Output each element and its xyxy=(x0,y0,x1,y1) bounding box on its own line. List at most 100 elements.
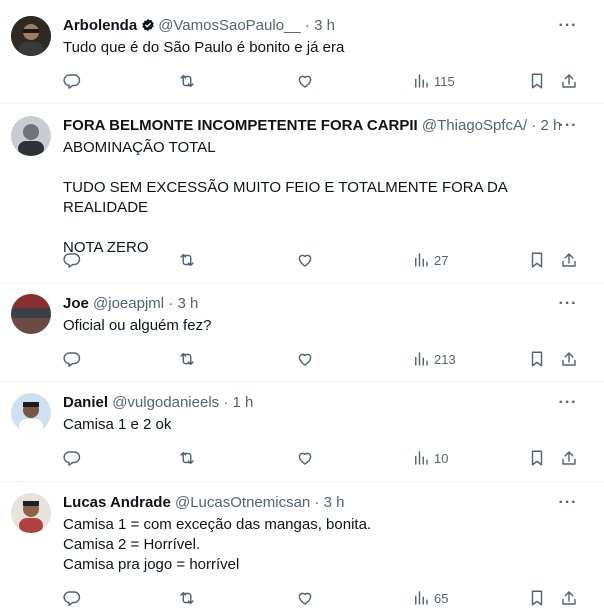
tweet[interactable]: FORA BELMONTE INCOMPETENTE FORA CARPII @… xyxy=(0,104,604,284)
more-icon[interactable]: ··· xyxy=(558,16,578,36)
tweet-text: Camisa 1 = com exceção das mangas, bonit… xyxy=(63,516,372,573)
retweet-icon xyxy=(180,254,194,266)
display-name[interactable]: Daniel xyxy=(63,394,108,411)
tweet-text: ABOMINAÇÃO TOTAL TUDO SEM EXCESSÃO MUITO… xyxy=(63,139,507,256)
retweet-button[interactable] xyxy=(178,588,196,608)
verified-badge-icon xyxy=(142,18,154,32)
heart-icon xyxy=(298,75,312,88)
separator: · xyxy=(531,117,537,134)
bookmark-icon xyxy=(531,450,543,466)
handle[interactable]: @vulgodanieels xyxy=(112,394,219,411)
timestamp[interactable]: 3 h xyxy=(177,295,198,312)
bookmark-button[interactable] xyxy=(528,71,546,91)
tweet[interactable]: Daniel @vulgodanieels · 1 h ··· Camisa 1… xyxy=(0,382,604,482)
avatar[interactable] xyxy=(11,116,51,156)
heart-icon xyxy=(298,592,312,605)
reply-button[interactable] xyxy=(63,250,81,270)
like-button[interactable] xyxy=(296,349,314,369)
handle[interactable]: @ThiagoSpfcA/ xyxy=(422,117,527,134)
avatar[interactable] xyxy=(11,16,51,56)
reply-icon xyxy=(63,451,81,466)
views-button[interactable]: 27 xyxy=(412,250,448,270)
like-button[interactable] xyxy=(296,71,314,91)
separator: · xyxy=(168,295,174,312)
views-button[interactable]: 10 xyxy=(412,448,448,468)
action-bar: 115 xyxy=(0,71,604,91)
avatar[interactable] xyxy=(11,294,51,334)
tweet-text: Tudo que é do São Paulo é bonito e já er… xyxy=(63,39,345,56)
more-icon[interactable]: ··· xyxy=(558,116,578,136)
share-button[interactable] xyxy=(560,250,578,270)
tweet[interactable]: Lucas Andrade @LucasOtnemicsan · 3 h ···… xyxy=(0,482,604,611)
reply-button[interactable] xyxy=(63,448,81,468)
action-bar: 10 xyxy=(0,448,604,468)
display-name[interactable]: Joe xyxy=(63,295,89,312)
display-name[interactable]: Lucas Andrade xyxy=(63,494,171,511)
bookmark-button[interactable] xyxy=(528,448,546,468)
share-icon xyxy=(562,451,576,465)
separator: · xyxy=(304,17,310,34)
bookmark-icon xyxy=(531,73,543,89)
timestamp[interactable]: 3 h xyxy=(314,17,335,34)
more-icon[interactable]: ··· xyxy=(558,393,578,413)
handle[interactable]: @VamosSaoPaulo__ xyxy=(158,17,301,34)
tweet[interactable]: Arbolenda @VamosSaoPaulo__ · 3 h ··· Tudo… xyxy=(0,0,604,104)
bookmark-icon xyxy=(531,590,543,606)
like-button[interactable] xyxy=(296,588,314,608)
timestamp[interactable]: 3 h xyxy=(324,494,345,511)
reply-button[interactable] xyxy=(63,71,81,91)
share-icon xyxy=(562,591,576,605)
tweet-header: Daniel @vulgodanieels · 1 h xyxy=(63,393,560,413)
share-button[interactable] xyxy=(560,71,578,91)
avatar[interactable] xyxy=(11,393,51,433)
share-button[interactable] xyxy=(560,349,578,369)
retweet-icon xyxy=(180,592,194,604)
tweet[interactable]: Joe @joeapjml · 3 h ··· Oficial ou algué… xyxy=(0,284,604,382)
tweet-text: Oficial ou alguém fez? xyxy=(63,317,212,334)
action-bar: 65 xyxy=(0,588,604,608)
reply-button[interactable] xyxy=(63,349,81,369)
views-button[interactable]: 115 xyxy=(412,71,455,91)
views-count: 115 xyxy=(434,73,455,89)
handle[interactable]: @LucasOtnemicsan xyxy=(175,494,310,511)
bookmark-icon xyxy=(531,351,543,367)
views-icon xyxy=(415,591,428,605)
tweet-header: Arbolenda @VamosSaoPaulo__ · 3 h xyxy=(63,16,560,36)
heart-icon xyxy=(298,254,312,267)
tweet-header: FORA BELMONTE INCOMPETENTE FORA CARPII @… xyxy=(63,116,560,136)
tweet-feed: Arbolenda @VamosSaoPaulo__ · 3 h ··· Tudo… xyxy=(0,0,604,611)
retweet-icon xyxy=(180,353,194,365)
heart-icon xyxy=(298,353,312,366)
tweet-text: Camisa 1 e 2 ok xyxy=(63,416,172,433)
timestamp[interactable]: 1 h xyxy=(233,394,254,411)
retweet-button[interactable] xyxy=(178,250,196,270)
bookmark-button[interactable] xyxy=(528,349,546,369)
handle[interactable]: @joeapjml xyxy=(93,295,164,312)
retweet-button[interactable] xyxy=(178,71,196,91)
bookmark-button[interactable] xyxy=(528,588,546,608)
views-icon xyxy=(415,352,428,366)
display-name[interactable]: FORA BELMONTE INCOMPETENTE FORA CARPII xyxy=(63,117,418,134)
avatar[interactable] xyxy=(11,493,51,533)
share-button[interactable] xyxy=(560,588,578,608)
bookmark-button[interactable] xyxy=(528,250,546,270)
retweet-button[interactable] xyxy=(178,349,196,369)
views-button[interactable]: 65 xyxy=(412,588,448,608)
separator: · xyxy=(223,394,229,411)
retweet-button[interactable] xyxy=(178,448,196,468)
share-button[interactable] xyxy=(560,448,578,468)
bookmark-icon xyxy=(531,252,543,268)
more-icon[interactable]: ··· xyxy=(558,493,578,513)
reply-button[interactable] xyxy=(63,588,81,608)
views-button[interactable]: 213 xyxy=(412,349,456,369)
separator: · xyxy=(314,494,320,511)
more-icon[interactable]: ··· xyxy=(558,294,578,314)
views-count: 10 xyxy=(434,450,449,466)
like-button[interactable] xyxy=(296,448,314,468)
reply-icon xyxy=(63,591,81,606)
retweet-icon xyxy=(180,75,194,87)
views-count: 65 xyxy=(434,590,449,606)
like-button[interactable] xyxy=(296,250,314,270)
reply-icon xyxy=(63,352,81,367)
display-name[interactable]: Arbolenda xyxy=(63,17,137,34)
